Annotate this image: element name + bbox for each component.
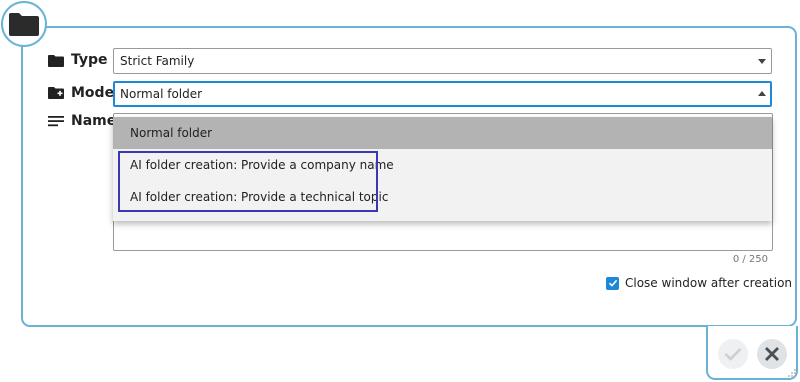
chevron-up-icon <box>758 91 766 96</box>
folder-plus-icon <box>48 87 64 99</box>
confirm-button[interactable] <box>718 339 748 369</box>
close-after-creation-row: Close window after creation <box>606 276 792 290</box>
mode-option-ai-company[interactable]: AI folder creation: Provide a company na… <box>113 149 772 181</box>
mode-option-normal-folder[interactable]: Normal folder <box>113 117 772 149</box>
chevron-down-icon <box>758 59 766 64</box>
type-select[interactable]: Strict Family <box>113 48 772 74</box>
folder-icon <box>48 54 64 67</box>
char-counter: 0 / 250 <box>732 254 768 265</box>
type-select-value: Strict Family <box>120 54 195 68</box>
resize-grip-icon[interactable] <box>787 368 797 378</box>
close-button[interactable] <box>757 339 787 369</box>
mode-select[interactable]: Normal folder <box>113 81 772 107</box>
mode-option-ai-technical[interactable]: AI folder creation: Provide a technical … <box>113 181 772 213</box>
mode-select-value: Normal folder <box>120 87 203 101</box>
checkmark-icon <box>724 348 742 361</box>
mode-option-label: Normal folder <box>130 126 213 140</box>
close-after-creation-label: Close window after creation <box>625 276 793 290</box>
close-after-creation-checkbox[interactable] <box>606 276 619 290</box>
mode-dropdown-list: Normal folder AI folder creation: Provid… <box>113 117 772 221</box>
close-icon <box>765 347 779 361</box>
header-folder-badge <box>1 1 47 47</box>
type-label-group: Type <box>48 52 108 68</box>
name-label-group: Name <box>48 113 116 129</box>
folder-icon <box>9 13 39 36</box>
type-label: Type <box>71 52 108 68</box>
checkmark-icon <box>608 279 617 287</box>
name-label: Name <box>71 113 117 129</box>
mode-option-label: AI folder creation: Provide a company na… <box>130 158 394 172</box>
mode-option-label: AI folder creation: Provide a technical … <box>130 190 389 204</box>
text-lines-icon <box>48 116 64 127</box>
mode-label: Mode <box>71 85 115 101</box>
mode-label-group: Mode <box>48 85 114 101</box>
